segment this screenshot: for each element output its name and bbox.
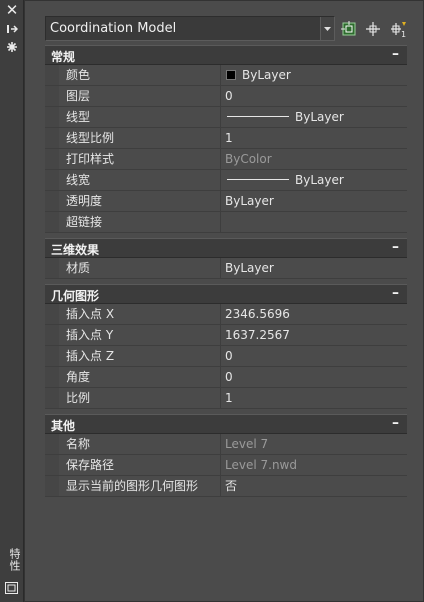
linetype-preview-icon <box>227 115 289 117</box>
property-value[interactable]: ByLayer <box>221 170 407 190</box>
property-value[interactable]: 0 <box>221 346 407 366</box>
svg-text:1: 1 <box>401 30 406 38</box>
property-name: 名称 <box>59 434 221 454</box>
property-row-layer[interactable]: 图层 0 <box>45 86 407 107</box>
object-type-dropdown[interactable]: Coordination Model <box>45 16 335 41</box>
collapse-icon[interactable]: – <box>392 415 399 431</box>
property-value[interactable]: 1637.2567 <box>221 325 407 345</box>
property-row-plot-style[interactable]: 打印样式 ByColor <box>45 149 407 170</box>
property-name: 打印样式 <box>59 149 221 169</box>
section-general[interactable]: 常规 – <box>45 45 407 65</box>
property-row-lineweight[interactable]: 线宽 ByLayer <box>45 170 407 191</box>
property-name: 图层 <box>59 86 221 106</box>
property-name: 线型 <box>59 107 221 127</box>
property-value[interactable]: 1 <box>221 128 407 148</box>
section-misc[interactable]: 其他 – <box>45 414 407 434</box>
property-value[interactable]: ByLayer <box>221 107 407 127</box>
dock-icon[interactable] <box>5 582 18 594</box>
property-name: 保存路径 <box>59 455 221 475</box>
property-value[interactable]: 0 <box>221 367 407 387</box>
section-geometry[interactable]: 几何图形 – <box>45 284 407 304</box>
chevron-down-icon[interactable] <box>320 17 334 40</box>
property-name: 颜色 <box>59 65 221 85</box>
properties-panel: Coordination Model 1 常规 – 颜色 ByLayer 图层 <box>24 0 424 602</box>
section-3d-effects[interactable]: 三维效果 – <box>45 238 407 258</box>
property-name: 插入点 X <box>59 304 221 324</box>
object-type-value: Coordination Model <box>50 21 177 36</box>
property-name: 比例 <box>59 388 221 408</box>
property-value[interactable]: 2346.5696 <box>221 304 407 324</box>
quick-select-icon[interactable] <box>339 19 359 39</box>
property-value: Level 7.nwd <box>225 458 297 472</box>
property-grid: 常规 – 颜色 ByLayer 图层 0 线型 ByLayer 线型比例 1 打… <box>45 45 407 497</box>
palette-title: 特性 <box>8 548 21 572</box>
section-title: 几何图形 <box>51 289 100 303</box>
property-row-transparency[interactable]: 透明度 ByLayer <box>45 191 407 212</box>
property-name: 超链接 <box>59 212 221 232</box>
selection-toolbar: Coordination Model 1 <box>45 16 419 42</box>
color-swatch-icon <box>226 69 236 80</box>
section-title: 其他 <box>51 419 76 433</box>
property-value[interactable] <box>221 212 407 232</box>
property-row-color[interactable]: 颜色 ByLayer <box>45 65 407 86</box>
property-row-material[interactable]: 材质 ByLayer <box>45 258 407 279</box>
property-row-insertion-x[interactable]: 插入点 X 2346.5696 <box>45 304 407 325</box>
collapse-icon[interactable]: – <box>392 285 399 301</box>
property-name: 显示当前的图形几何图形 <box>59 476 221 496</box>
section-title: 常规 <box>51 50 76 64</box>
toggle-pickadd-icon[interactable]: 1 <box>389 19 409 39</box>
property-value: Level 7 <box>225 437 269 451</box>
property-row-insertion-y[interactable]: 插入点 Y 1637.2567 <box>45 325 407 346</box>
property-value[interactable]: ByLayer <box>221 191 407 211</box>
property-name: 角度 <box>59 367 221 387</box>
property-name: 插入点 Y <box>59 325 221 345</box>
property-row-saved-path[interactable]: 保存路径 Level 7.nwd <box>45 455 407 476</box>
property-value[interactable]: 0 <box>221 86 407 106</box>
collapse-icon[interactable]: – <box>392 46 399 62</box>
property-value[interactable]: ByLayer <box>221 65 407 85</box>
property-row-show-geometry[interactable]: 显示当前的图形几何图形 否 <box>45 476 407 497</box>
property-value: ByColor <box>225 152 272 166</box>
property-value[interactable]: ByLayer <box>221 258 407 278</box>
property-row-name[interactable]: 名称 Level 7 <box>45 434 407 455</box>
property-name: 插入点 Z <box>59 346 221 366</box>
property-name: 线宽 <box>59 170 221 190</box>
close-icon[interactable]: ✕ <box>4 3 20 18</box>
select-objects-icon[interactable] <box>363 19 383 39</box>
property-value[interactable]: 否 <box>221 476 407 496</box>
property-row-angle[interactable]: 角度 0 <box>45 367 407 388</box>
property-row-linetype-scale[interactable]: 线型比例 1 <box>45 128 407 149</box>
properties-icon[interactable] <box>4 40 20 54</box>
property-row-hyperlink[interactable]: 超链接 <box>45 212 407 233</box>
property-name: 材质 <box>59 258 221 278</box>
property-name: 线型比例 <box>59 128 221 148</box>
property-row-linetype[interactable]: 线型 ByLayer <box>45 107 407 128</box>
auto-hide-icon[interactable] <box>4 22 20 36</box>
palette-titlebar: ✕ 特性 <box>0 0 24 602</box>
collapse-icon[interactable]: – <box>392 239 399 255</box>
property-value[interactable]: 1 <box>221 388 407 408</box>
section-title: 三维效果 <box>51 243 100 257</box>
property-row-insertion-z[interactable]: 插入点 Z 0 <box>45 346 407 367</box>
property-row-scale[interactable]: 比例 1 <box>45 388 407 409</box>
lineweight-preview-icon <box>227 178 289 180</box>
property-name: 透明度 <box>59 191 221 211</box>
